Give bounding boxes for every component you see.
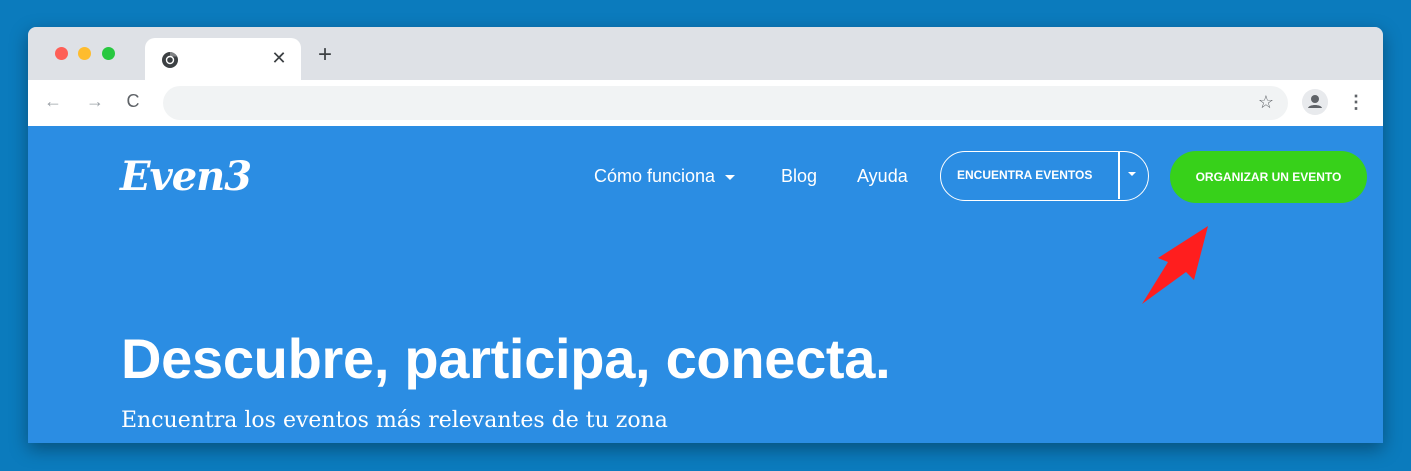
find-events-button[interactable]: ENCUENTRA EVENTOS xyxy=(957,152,1092,199)
hero-title: Descubre, participa, conecta. xyxy=(121,327,891,390)
close-window-button[interactable] xyxy=(55,47,68,60)
maximize-window-button[interactable] xyxy=(102,47,115,60)
button-divider xyxy=(1118,152,1120,199)
profile-avatar-icon[interactable] xyxy=(1302,89,1328,115)
nav-how-it-works[interactable]: Cómo funciona xyxy=(594,164,736,188)
back-arrow-icon[interactable]: ← xyxy=(42,90,64,112)
find-events-dropdown-icon[interactable] xyxy=(1128,172,1136,176)
even3-logo[interactable]: Even3 xyxy=(120,152,252,202)
red-pointer-arrow-icon xyxy=(1142,226,1208,304)
address-bar[interactable] xyxy=(163,86,1288,120)
nav-help[interactable]: Ayuda xyxy=(857,164,908,188)
browser-toolbar: ← → C ☆ ⋮ xyxy=(28,80,1383,126)
forward-arrow-icon[interactable]: → xyxy=(84,90,106,112)
find-events-button-group: ENCUENTRA EVENTOS xyxy=(940,151,1149,201)
tab-bar: ✕ + xyxy=(28,27,1383,80)
minimize-window-button[interactable] xyxy=(78,47,91,60)
browser-window: ✕ + ← → C ☆ ⋮ Even3 Cómo funciona Blog A… xyxy=(28,27,1383,443)
nav-how-it-works-label: Cómo funciona xyxy=(594,166,716,186)
hero-subtitle: Encuentra los eventos más relevantes de … xyxy=(121,408,668,433)
website-content: Even3 Cómo funciona Blog Ayuda ENCUENTRA… xyxy=(28,126,1383,443)
close-tab-icon[interactable]: ✕ xyxy=(269,47,289,69)
nav-blog[interactable]: Blog xyxy=(781,164,817,188)
browser-tab[interactable]: ✕ xyxy=(145,38,301,80)
chrome-icon xyxy=(162,52,178,68)
more-menu-icon[interactable]: ⋮ xyxy=(1346,91,1366,113)
reload-icon[interactable]: C xyxy=(122,90,144,112)
new-tab-button[interactable]: + xyxy=(314,43,336,67)
caret-down-icon xyxy=(725,174,736,180)
organize-event-button[interactable]: ORGANIZAR UN EVENTO xyxy=(1170,151,1367,203)
bookmark-star-icon[interactable]: ☆ xyxy=(1255,91,1277,113)
